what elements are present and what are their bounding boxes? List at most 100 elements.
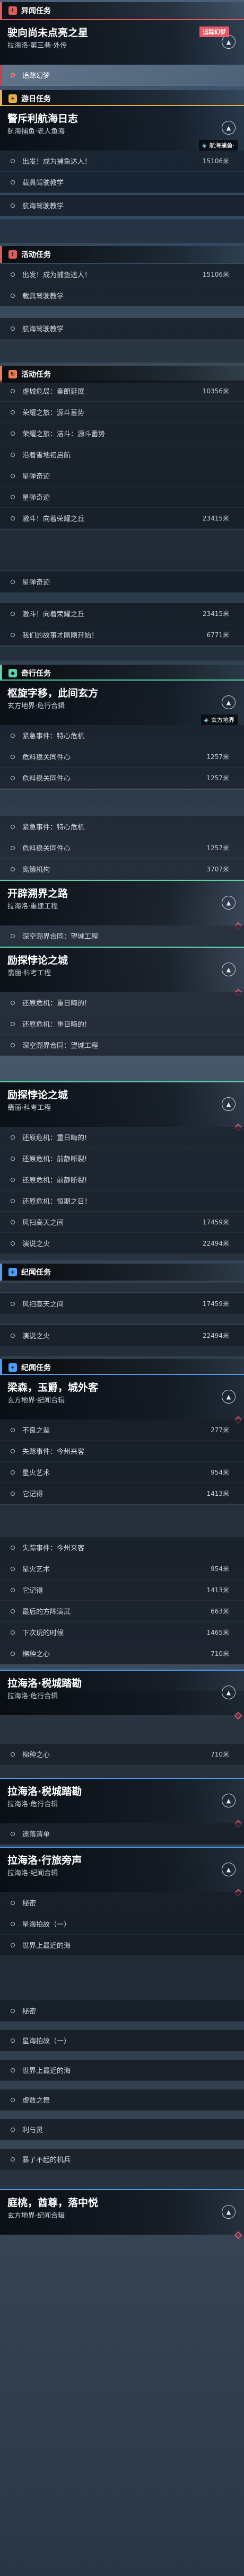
objective-row-inner[interactable]: 载具驾驶教学 <box>0 172 244 193</box>
objective-row-inner[interactable]: 世界上最近的海 <box>0 2060 244 2081</box>
objective-row[interactable]: 沿着雪地初启航 <box>0 444 244 465</box>
objective-row-inner[interactable]: 演说之火 22494米 <box>0 1233 244 1254</box>
quest-title-panel[interactable]: 梁森，玉爵，城外客 玄方地界·纪闻合辑 ▲ <box>0 1374 244 1424</box>
objective-row-inner[interactable]: 还原危机：前静断裂! <box>0 1148 244 1169</box>
objective-row-inner[interactable]: 最后的方阵演武 663米 <box>0 1601 244 1622</box>
objective-row-inner[interactable]: 利与灵 <box>0 2119 244 2140</box>
objective-row[interactable]: 秘密 <box>0 2000 244 2022</box>
objective-row-inner[interactable]: 还原危机：恒期之日！ <box>0 1190 244 1212</box>
quest-title-card[interactable]: 拉海洛·税城踏勘 拉海洛·危行合辑 ▲ <box>0 1778 244 1828</box>
quest-title-panel[interactable]: 励探悖论之城 翡丽·科考工程 ▲ <box>0 947 244 997</box>
quest-title-card[interactable]: 励探悖论之城 翡丽·科考工程 ▲ <box>0 1081 244 1132</box>
objective-row-inner[interactable]: 虚城危局：秦朗延展 10356米 <box>0 381 244 402</box>
objective-row-inner[interactable]: 危料稳关同件心 1257米 <box>0 746 244 767</box>
objective-row-inner[interactable]: 航海驾驶教学 <box>0 195 244 216</box>
objective-row-inner[interactable]: 航海驾驶教学 <box>0 318 244 339</box>
objective-row-inner[interactable]: 星弹奇迹 <box>0 465 244 487</box>
active-objective-row[interactable]: 追踪幻梦 <box>0 65 244 86</box>
quest-title-card[interactable]: 庭桃，酋尊，落中悦 玄方地界·纪闻合辑 ▲ <box>0 2189 244 2239</box>
objective-row-inner[interactable]: 演说之火 22494米 <box>0 1325 244 1346</box>
objective-row[interactable]: 最后的方阵演武 663米 <box>0 1601 244 1622</box>
objective-row[interactable]: 深空溯界合同：望城工程 <box>0 1035 244 1056</box>
collapse-chevron-icon[interactable]: ▲ <box>222 1863 236 1876</box>
objective-row-inner[interactable]: 危料稳关同件心 1257米 <box>0 767 244 789</box>
quest-title-card[interactable]: 拉海洛·税城踏勘 拉海洛·危行合辑 ▲ <box>0 1670 244 1720</box>
objective-row[interactable]: 星弹奇迹 <box>0 465 244 487</box>
objective-row[interactable]: 世界上最近的海 <box>0 1935 244 1956</box>
objective-row-inner[interactable]: 载具驾驶教学 <box>0 285 244 306</box>
objective-row-inner[interactable]: 还原危机：重日晦的! <box>0 1127 244 1148</box>
objective-row[interactable]: 失踪事件：今州来客 <box>0 1537 244 1558</box>
quest-title-card[interactable]: 驶向尚未点亮之星 拉海洛·第三巷·外传 ▲ 追踪幻梦 <box>0 19 244 65</box>
objective-row[interactable]: 航海驾驶教学 <box>0 318 244 339</box>
quest-title-card[interactable]: 警斥利航海日志 航海捕鱼·老人鱼海 ▲ ◈ 航海捕鱼· <box>0 105 244 151</box>
quest-title-card[interactable]: 拉海洛·行旅旁声 拉海洛·纪闻合辑 ▲ <box>0 1847 244 1897</box>
objective-row[interactable]: 星弹奇迹 <box>0 487 244 508</box>
objective-row[interactable]: 紧急事件：特心危机 <box>0 725 244 746</box>
objective-row-inner[interactable]: 出发！成为捕鱼达人！ 15106米 <box>0 264 244 285</box>
collapse-chevron-icon[interactable]: ▲ <box>222 1097 236 1111</box>
objective-row[interactable]: 载具驾驶教学 <box>0 285 244 306</box>
objective-row[interactable]: 荣耀之旅：源斗蓄势 <box>0 402 244 423</box>
objective-row-inner[interactable]: 不良之辈 277米 <box>0 1419 244 1441</box>
objective-row-inner[interactable]: 星海拍故（一） <box>0 1913 244 1935</box>
objective-row-inner[interactable]: 我们的故事才刚刚开始！ 6771米 <box>0 624 244 646</box>
objective-row[interactable]: 激斗！向着荣耀之丘 23415米 <box>0 603 244 624</box>
objective-row[interactable]: 深空溯界合同：望城工程 <box>0 925 244 947</box>
objective-row-inner[interactable]: 遗落清单 <box>0 1823 244 1845</box>
objective-row[interactable]: 失踪事件：今州来客 <box>0 1441 244 1462</box>
objective-row[interactable]: 出发！成为捕鱼达人！ 15106米 <box>0 151 244 172</box>
objective-row-inner[interactable]: 秘密 <box>0 2000 244 2022</box>
objective-row-inner[interactable]: 离镇机构 3707米 <box>0 859 244 880</box>
collapse-chevron-icon[interactable]: ▲ <box>222 963 236 976</box>
objective-row-inner[interactable]: 它记得 1413米 <box>0 1580 244 1601</box>
objective-row-inner[interactable]: 星火艺术 954米 <box>0 1462 244 1483</box>
quest-title-card[interactable]: 励探悖论之城 翡丽·科考工程 ▲ <box>0 947 244 997</box>
objective-row[interactable]: 世界上最近的海 <box>0 2060 244 2081</box>
objective-row-inner[interactable]: 还原危机：重日晦的! <box>0 992 244 1013</box>
objective-row[interactable]: 演说之火 22494米 <box>0 1233 244 1254</box>
objective-row-inner[interactable]: 还原危机：重日晦的! <box>0 1013 244 1035</box>
objective-row-inner[interactable]: 荣耀之旅：洁斗：源斗蓄势 <box>0 423 244 444</box>
objective-row[interactable]: 还原危机：重日晦的! <box>0 1127 244 1148</box>
objective-row[interactable]: 虚城危局：秦朗延展 10356米 <box>0 381 244 402</box>
quest-title-panel[interactable]: 枢旋字移，此间玄方 玄方地界·危行合辑 ▲ ◈ 玄方地界 <box>0 680 244 725</box>
collapse-chevron-icon[interactable]: ▲ <box>222 2205 236 2219</box>
objective-row[interactable]: 它记得 1413米 <box>0 1483 244 1504</box>
objective-row[interactable]: 航海驾驶教学 <box>0 195 244 216</box>
objective-row[interactable]: 星弹奇迹 <box>0 571 244 593</box>
tracking-tag[interactable]: 追踪幻梦 <box>199 27 229 37</box>
collapse-chevron-icon[interactable]: ▲ <box>222 695 236 709</box>
objective-row-inner[interactable]: 下次玩的时候 1465米 <box>0 1622 244 1643</box>
objective-row-inner[interactable]: 危料稳关同件心 1257米 <box>0 837 244 859</box>
objective-row[interactable]: 暴了不起的机兵 <box>0 2149 244 2170</box>
track-button[interactable]: ◈ 航海捕鱼· <box>199 140 238 151</box>
quest-title-panel[interactable]: 拉海洛·行旅旁声 拉海洛·纪闻合辑 ▲ <box>0 1847 244 1897</box>
objective-row-inner[interactable]: 出发！成为捕鱼达人！ 15106米 <box>0 151 244 172</box>
objective-row[interactable]: 出发！成为捕鱼达人！ 15106米 <box>0 264 244 285</box>
objective-row[interactable]: 遗落清单 <box>0 1823 244 1845</box>
objective-row-inner[interactable]: 荣耀之旅：源斗蓄势 <box>0 402 244 423</box>
objective-row[interactable]: 还原危机：前静断裂! <box>0 1169 244 1190</box>
objective-row-inner[interactable]: 秘密 <box>0 1892 244 1913</box>
objective-row[interactable]: 危料稳关同件心 1257米 <box>0 767 244 789</box>
objective-row-inner[interactable]: 星海拍故（一） <box>0 2030 244 2051</box>
objective-row-inner[interactable]: 棉种之心 710米 <box>0 1744 244 1765</box>
objective-row[interactable]: 不良之辈 277米 <box>0 1419 244 1441</box>
objective-row-inner[interactable]: 暴了不起的机兵 <box>0 2149 244 2170</box>
objective-row-inner[interactable]: 星弹奇迹 <box>0 487 244 508</box>
quest-title-panel[interactable]: 开辟溯界之路 拉海洛·重建工程 ▲ <box>0 880 244 930</box>
objective-row-inner[interactable]: 失踪事件：今州来客 <box>0 1441 244 1462</box>
objective-row[interactable]: 风扫高天之间 17459米 <box>0 1293 244 1315</box>
objective-row[interactable]: 载具驾驶教学 <box>0 172 244 193</box>
objective-row[interactable]: 棉种之心 710米 <box>0 1643 244 1664</box>
objective-row-inner[interactable]: 紧急事件：特心危机 <box>0 816 244 837</box>
objective-row[interactable]: 激斗！向着荣耀之丘 23415米 <box>0 508 244 529</box>
quest-title-panel[interactable]: 庭桃，酋尊，落中悦 玄方地界·纪闻合辑 ▲ <box>0 2189 244 2239</box>
objective-row-inner[interactable]: 激斗！向着荣耀之丘 23415米 <box>0 508 244 529</box>
objective-row[interactable]: 紧急事件：特心危机 <box>0 816 244 837</box>
objective-row-inner[interactable]: 深空溯界合同：望城工程 <box>0 1035 244 1056</box>
objective-row[interactable]: 星海拍故（一） <box>0 2030 244 2051</box>
objective-row-inner[interactable]: 追踪幻梦 <box>0 65 244 86</box>
objective-row-inner[interactable]: 紧急事件：特心危机 <box>0 725 244 746</box>
